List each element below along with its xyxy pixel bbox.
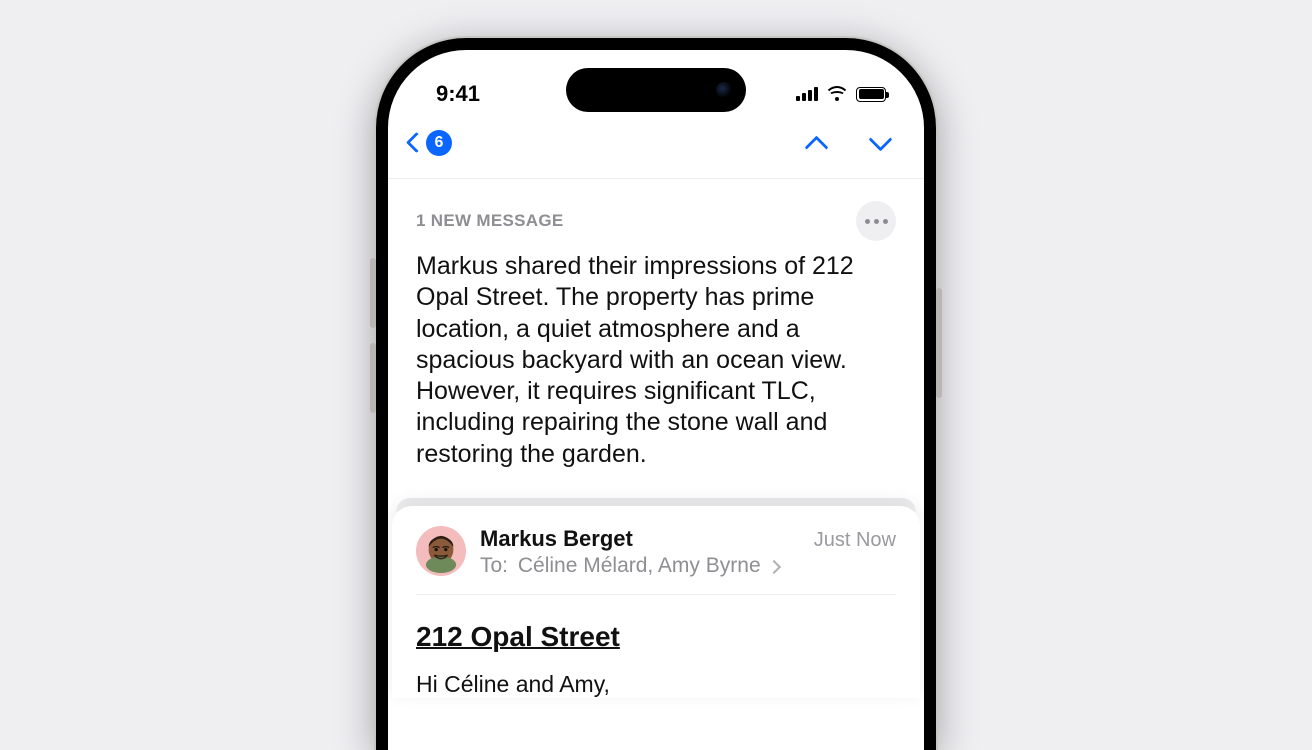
volume-down-button[interactable] [370, 343, 376, 413]
recipient-names: Céline Mélard, Amy Byrne [518, 554, 761, 578]
phone-frame: 9:41 6 1 NEW MESSAGE [376, 38, 936, 750]
summary-card: 1 NEW MESSAGE Markus shared their impres… [388, 179, 924, 496]
sender-name: Markus Berget [480, 526, 633, 552]
message-header[interactable]: Markus Berget Just Now To: Céline Mélard… [416, 526, 896, 595]
memoji-icon [419, 529, 463, 573]
message-timestamp: Just Now [814, 529, 896, 552]
screen: 9:41 6 1 NEW MESSAGE [388, 50, 924, 750]
next-message-button[interactable] [866, 133, 894, 153]
previous-message-button[interactable] [802, 133, 830, 153]
message-card[interactable]: Markus Berget Just Now To: Céline Mélard… [392, 506, 920, 698]
avatar [416, 526, 466, 576]
recipients-line[interactable]: To: Céline Mélard, Amy Byrne [480, 554, 896, 578]
chevron-left-icon [406, 131, 420, 155]
to-label: To: [480, 554, 508, 578]
status-time: 9:41 [436, 81, 480, 107]
camera-lens [716, 82, 732, 98]
volume-up-button[interactable] [370, 258, 376, 328]
cellular-icon [796, 87, 818, 101]
summary-label: 1 NEW MESSAGE [416, 211, 563, 231]
message-body: Hi Céline and Amy, [416, 671, 896, 698]
message-subject: 212 Opal Street [416, 621, 896, 653]
battery-icon [856, 87, 886, 102]
summary-text: Markus shared their impressions of 212 O… [416, 251, 896, 470]
wifi-icon [826, 86, 848, 102]
power-button[interactable] [936, 288, 942, 398]
nav-bar: 6 [388, 114, 924, 179]
more-options-button[interactable] [856, 201, 896, 241]
dynamic-island [566, 68, 746, 112]
status-indicators [796, 86, 886, 102]
back-button[interactable]: 6 [406, 130, 452, 156]
chevron-right-icon [767, 560, 781, 574]
unread-badge: 6 [426, 130, 452, 156]
